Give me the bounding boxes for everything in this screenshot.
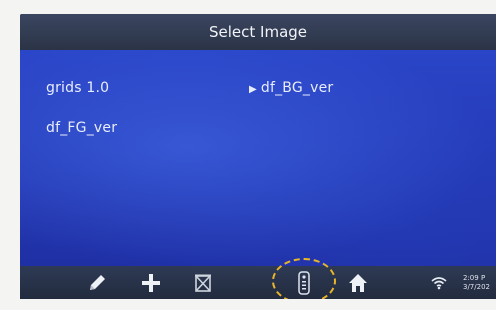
status-time: 2:09 P	[463, 274, 486, 282]
pencil-icon[interactable]	[84, 270, 110, 296]
home-icon[interactable]	[345, 270, 371, 296]
delete-box-icon[interactable]	[190, 270, 216, 296]
image-item-df-fg-ver[interactable]: df_FG_ver	[46, 120, 117, 136]
image-item-grids[interactable]: grids 1.0	[46, 80, 109, 96]
touch-screen: Select Image grids 1.0 ▶ df_BG_ver df_FG_…	[20, 14, 496, 299]
image-list: grids 1.0 ▶ df_BG_ver df_FG_ver	[20, 50, 496, 266]
wifi-icon	[428, 270, 450, 296]
remote-control-icon[interactable]	[293, 270, 315, 296]
page-title: Select Image	[208, 23, 308, 41]
title-bar: Select Image	[20, 14, 496, 50]
image-item-label: df_BG_ver	[260, 80, 334, 96]
image-item-label: df_FG_ver	[46, 120, 118, 136]
status-date: 3/7/202	[463, 283, 490, 291]
plus-icon[interactable]	[138, 270, 164, 296]
image-item-label: grids 1.0	[46, 80, 110, 96]
bottom-toolbar: 2:09 P 3/7/202	[20, 258, 496, 299]
device-bezel: Select Image grids 1.0 ▶ df_BG_ver df_FG_…	[0, 0, 496, 310]
selected-arrow-icon: ▶	[249, 84, 257, 95]
image-item-df-bg-ver[interactable]: ▶ df_BG_ver	[249, 80, 333, 96]
status-clock: 2:09 P 3/7/202	[463, 274, 490, 292]
